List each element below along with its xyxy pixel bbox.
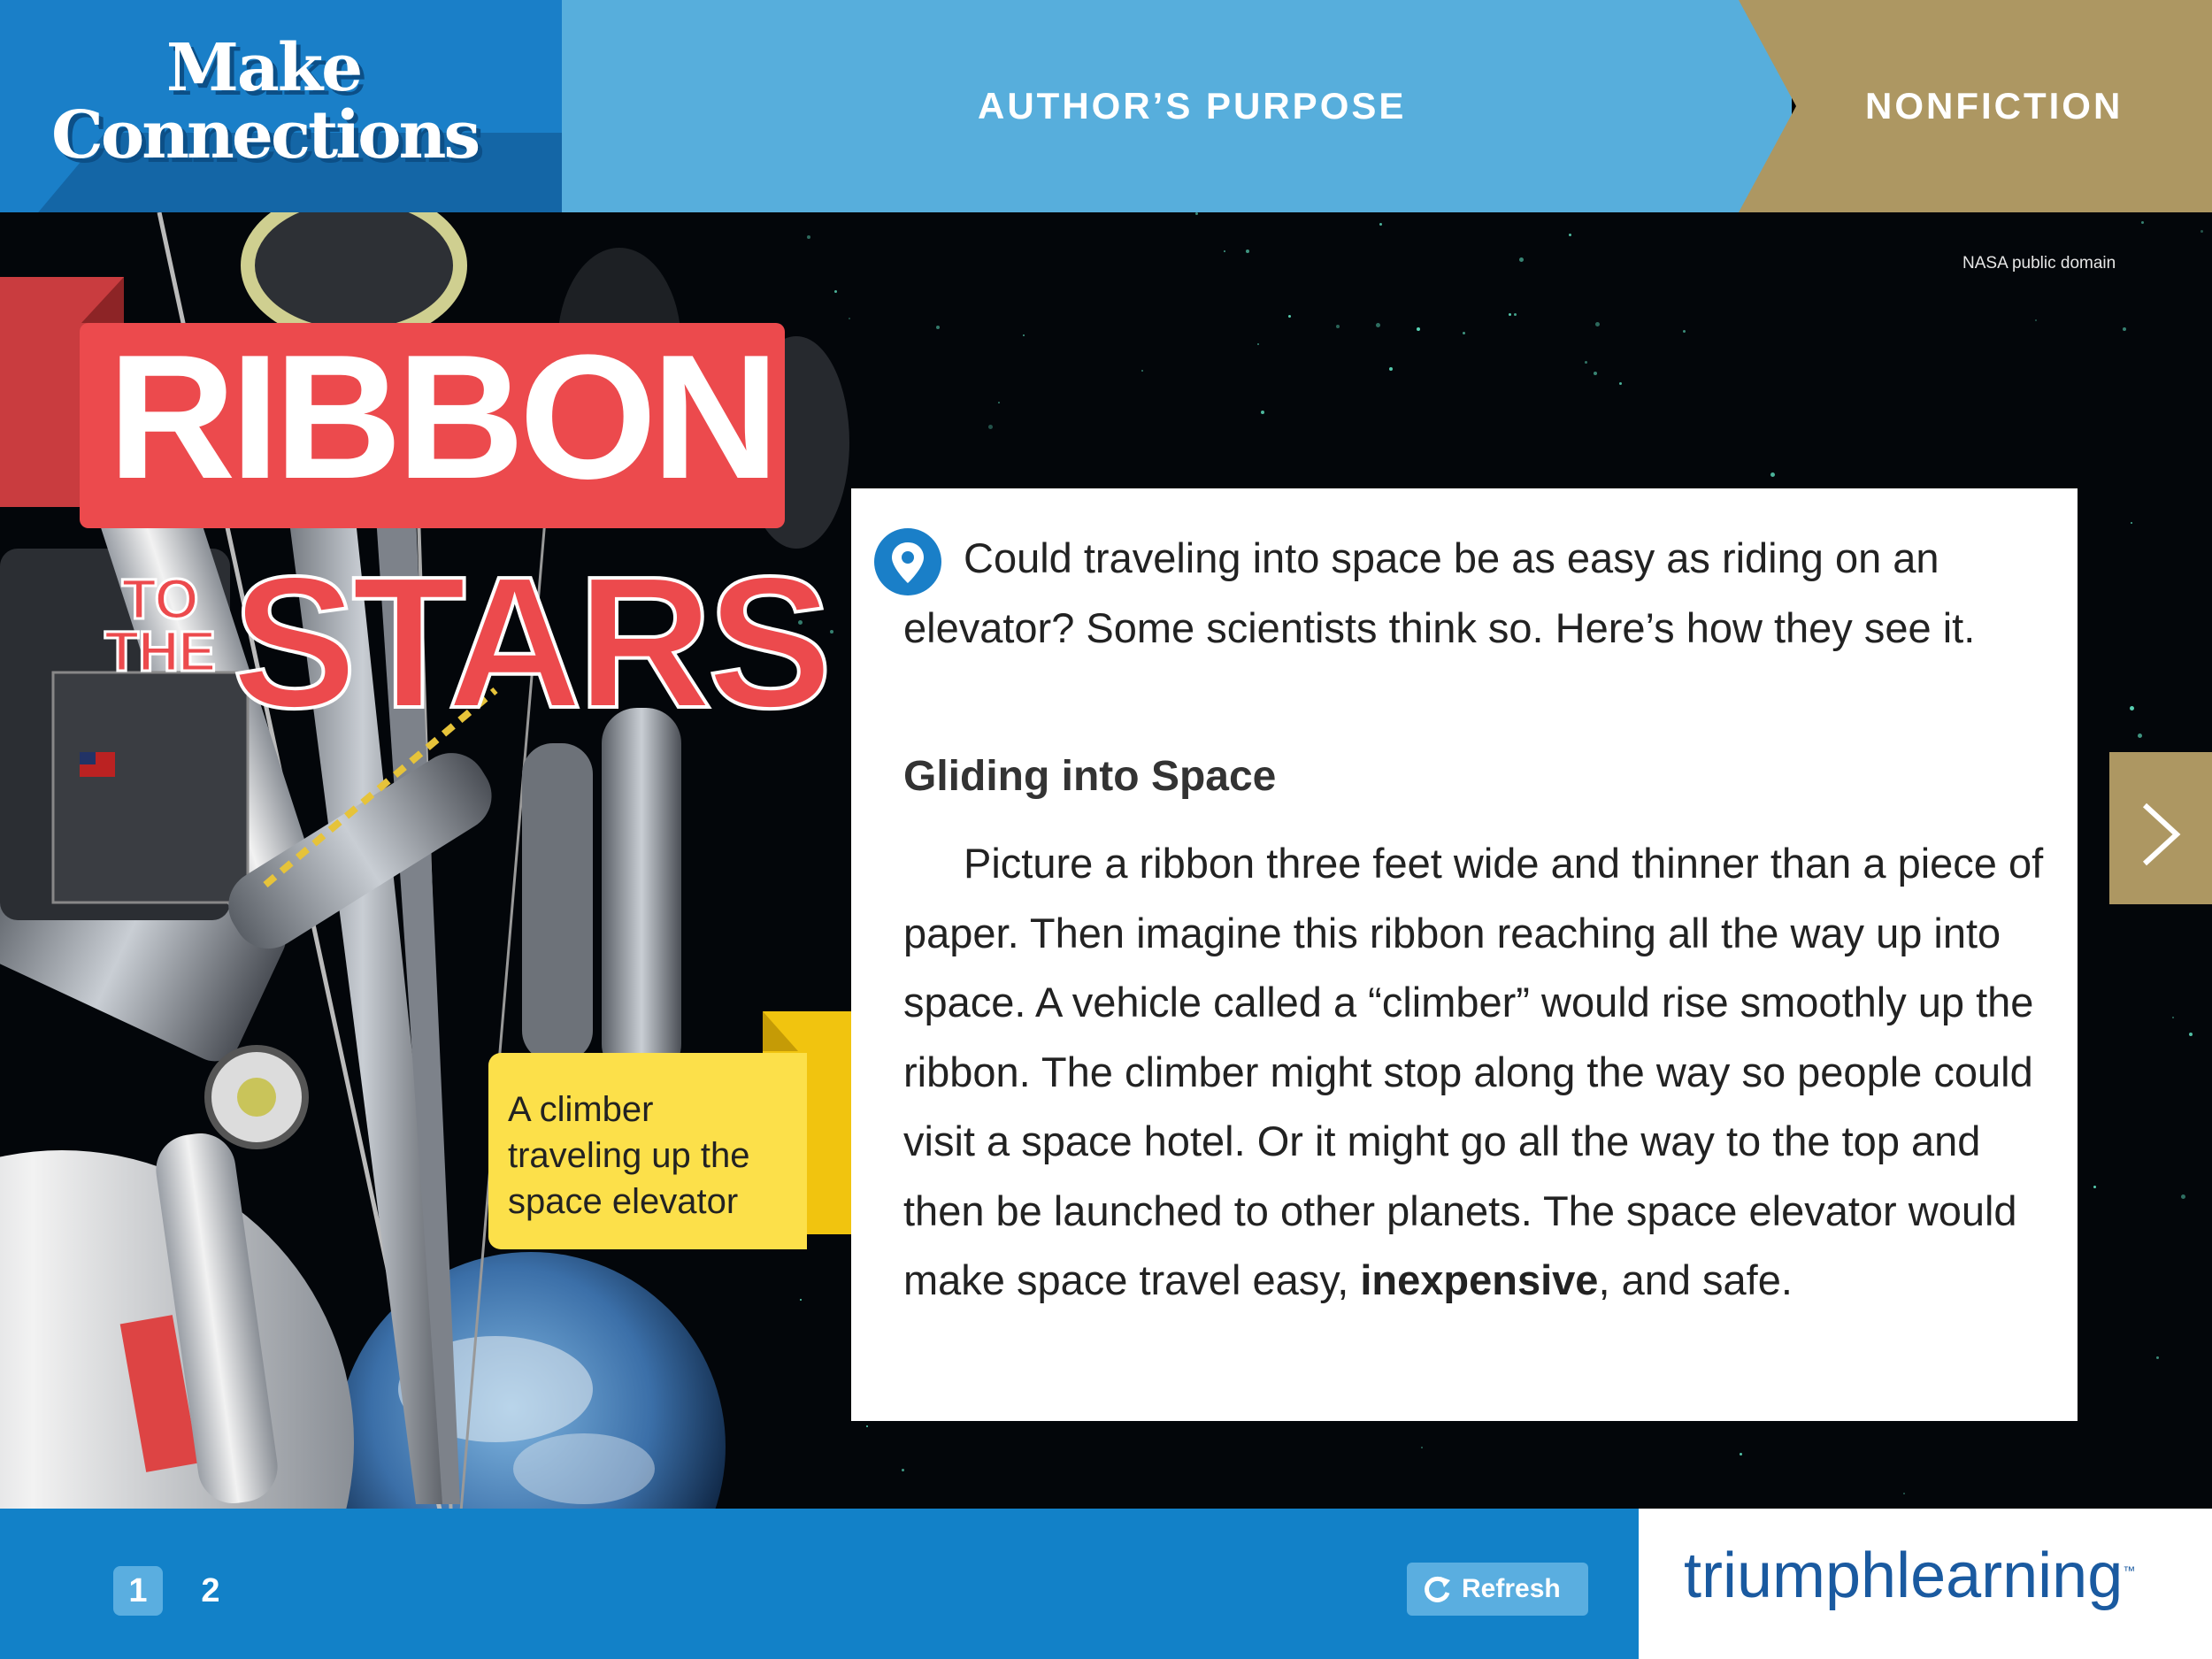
image-caption: A climber traveling up the space elevato… [488,1053,807,1249]
star-dot [1376,323,1380,327]
logo-line-1: Make [166,30,363,106]
star-dot [2141,221,2144,224]
logo-text: Make Connections [51,30,480,173]
star-dot [1509,313,1511,316]
star-dot [2156,1356,2159,1359]
title-word-the: THE [104,618,218,683]
star-dot [902,1469,904,1471]
star-dot [1261,411,1264,414]
star-dot [1514,313,1517,316]
star-dot [866,1425,868,1427]
star-dot [2035,319,2037,321]
section-subhead: Gliding into Space [903,753,1277,800]
page-1-button[interactable]: 1 [113,1566,163,1616]
star-dot [1389,367,1393,371]
header-bar: Make Connections AUTHOR’S PURPOSE NONFIC… [0,0,2212,212]
page-2-button[interactable]: 2 [193,1566,228,1616]
star-dot [1023,334,1025,336]
brand-trademark: ™ [2123,1563,2136,1578]
star-dot [1683,330,1686,333]
star-dot [1903,1493,1905,1494]
logo-line-2: Connections [51,97,480,173]
star-dot [1585,361,1587,364]
star-dot [1417,327,1420,331]
title-line-1: RIBBON [108,319,780,516]
vocabulary-word[interactable]: inexpensive [1360,1256,1598,1303]
image-credit: NASA public domain [1962,254,2116,273]
body-text: Picture a ribbon three feet wide and thi… [903,840,2044,1303]
refresh-icon [1425,1576,1450,1602]
star-dot [2123,327,2126,331]
next-page-button[interactable] [2109,752,2212,904]
star-dot [1740,1453,1742,1455]
refresh-button[interactable]: Refresh [1407,1563,1588,1616]
star-dot [1519,257,1524,262]
star-dot [936,326,940,329]
lesson-label: AUTHOR’S PURPOSE [978,85,1407,127]
star-dot [1224,250,1225,252]
star-dot [1619,382,1622,385]
star-dot [1594,372,1597,375]
star-dot [1463,332,1465,334]
star-dot [1770,472,1775,477]
star-dot [998,402,1000,403]
refresh-label: Refresh [1462,1574,1561,1603]
star-dot [2172,1017,2174,1018]
star-dot [1246,250,1249,253]
body-paragraph: Picture a ribbon three feet wide and thi… [903,829,2054,1316]
star-dot [2131,522,2132,524]
star-dot [2138,733,2142,738]
star-dot [2189,1033,2193,1036]
body-text-end: , and safe. [1598,1256,1793,1303]
star-dot [1288,315,1291,318]
star-dot [1195,212,1198,215]
star-dot [1595,322,1600,326]
star-dot [1257,343,1259,345]
star-dot [2200,230,2203,233]
star-dot [2130,706,2134,710]
make-connections-logo: Make Connections [0,0,562,212]
caption-text: A climber traveling up the space elevato… [508,1090,750,1221]
star-dot [1141,370,1143,372]
title-line-2: STARS [230,537,834,747]
title-word-to: TO [120,567,200,631]
intro-paragraph: Could traveling into space be as easy as… [903,534,1976,651]
chevron-right-icon [2142,803,2181,866]
brand-logo: triumphlearning™ [1684,1540,2135,1612]
genre-label: NONFICTION [1865,85,2124,127]
star-dot [1336,325,1340,328]
brand-name: triumphlearning [1684,1540,2124,1611]
star-dot [1421,1447,1423,1448]
star-dot [1569,234,1571,236]
star-dot [988,425,993,429]
star-dot [1379,223,1382,226]
star-dot [2181,1194,2185,1199]
title-small-words: TO THE [104,567,218,683]
star-dot [2093,1186,2096,1188]
